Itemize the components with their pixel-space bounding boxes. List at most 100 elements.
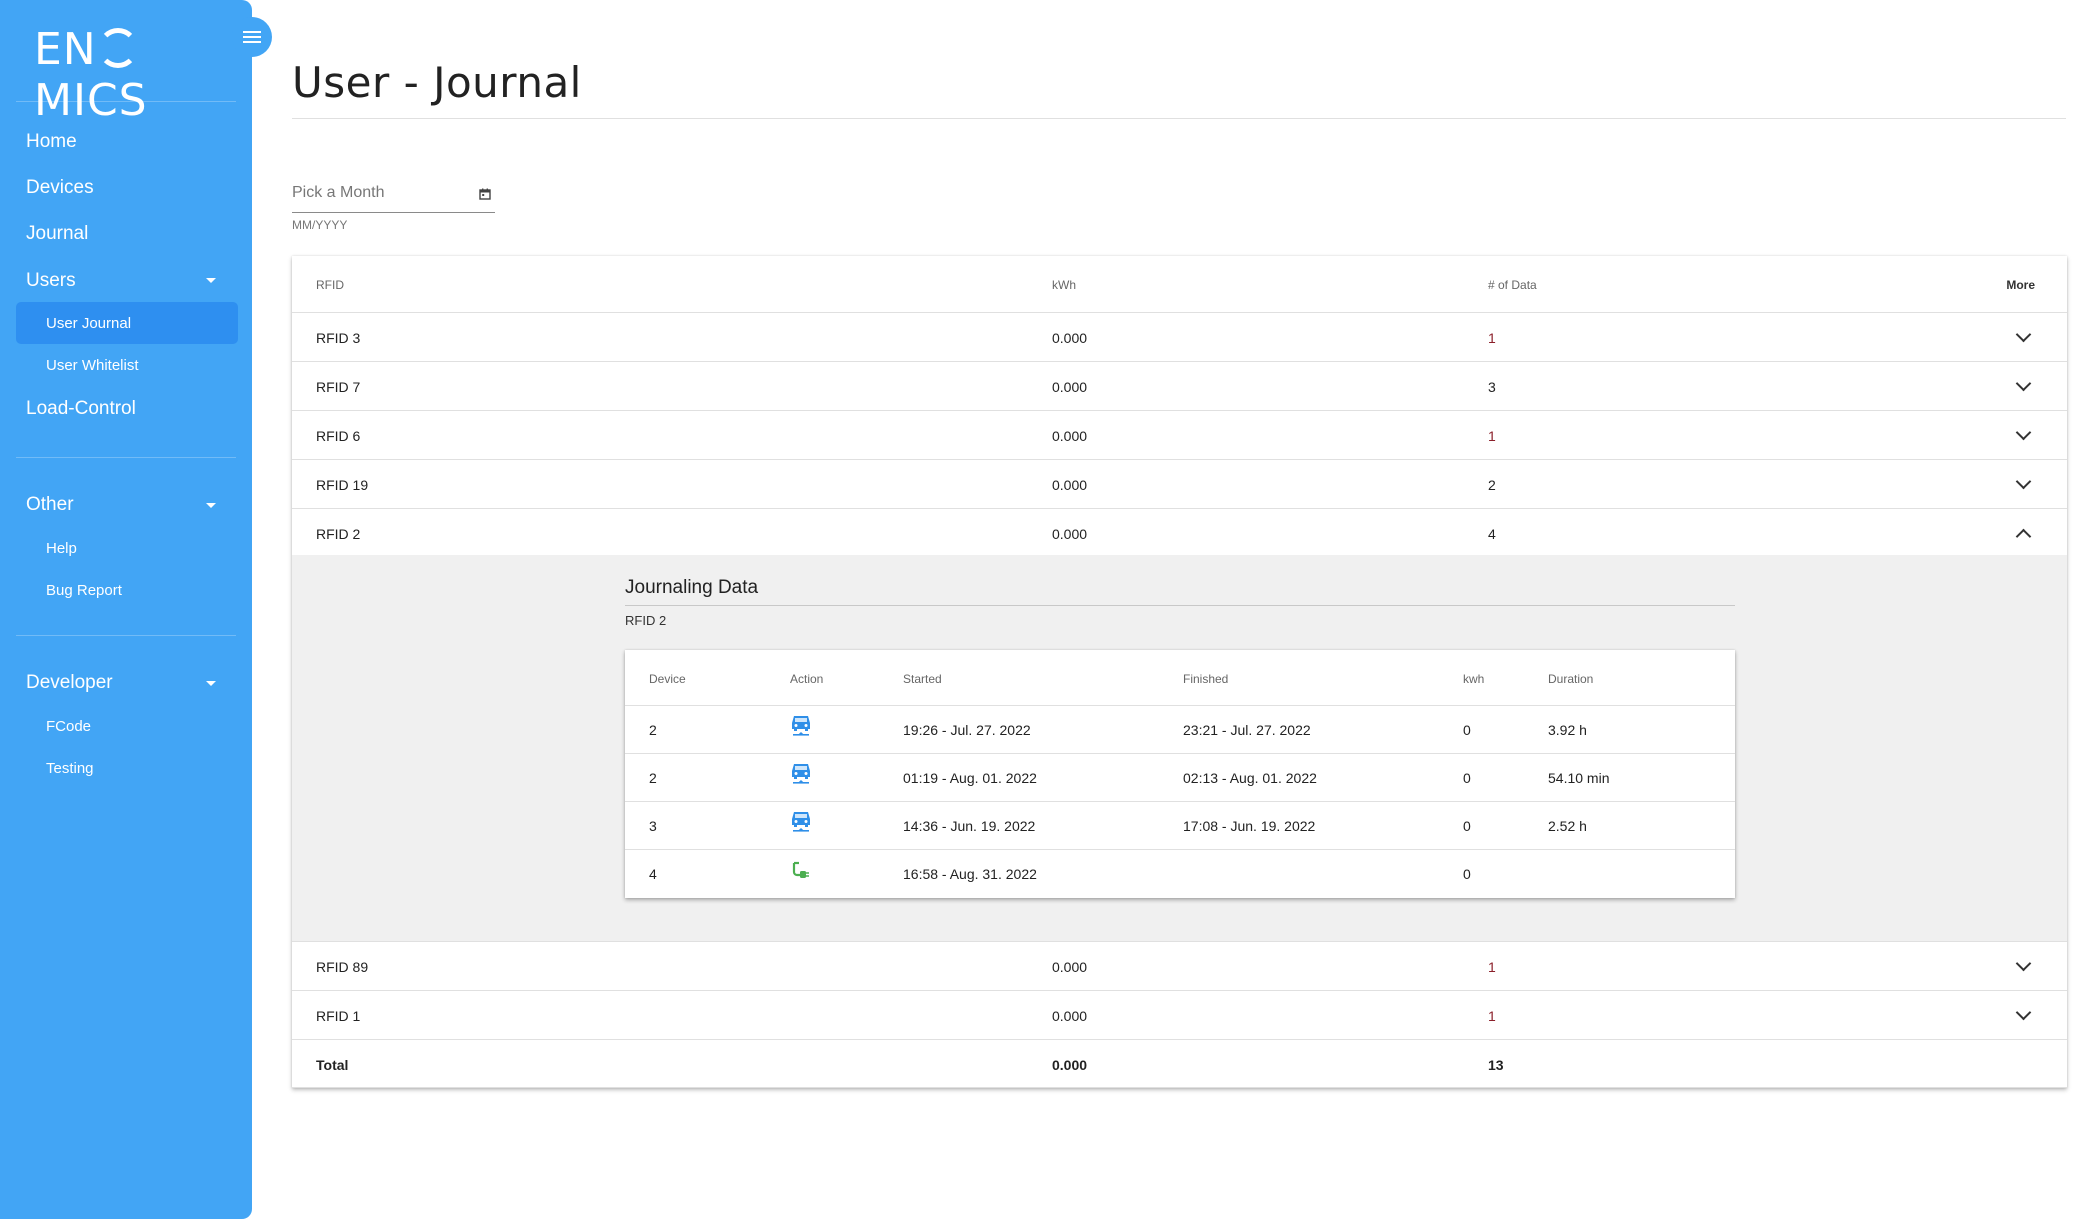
sidebar-item-help[interactable]: Help <box>46 540 77 557</box>
expand-chevron-down-icon[interactable] <box>2015 375 2032 392</box>
cell-finished: 02:13 - Aug. 01. 2022 <box>1183 770 1317 786</box>
cell-rfid: RFID 2 <box>316 526 361 542</box>
journaling-row: 4 16:58 - Aug. 31. 2022 0 <box>625 850 1735 897</box>
page-title: User - Journal <box>292 58 582 107</box>
cell-num-data: 4 <box>1488 526 1496 542</box>
table-header: RFID kWh # of Data More <box>292 256 2067 313</box>
cell-kwh: 0.000 <box>1052 477 1088 493</box>
users-caret-icon[interactable] <box>206 278 216 283</box>
header-kwh: kwh <box>1463 672 1485 686</box>
cell-rfid: RFID 89 <box>316 959 369 975</box>
cell-num-data: 2 <box>1488 477 1496 493</box>
cell-kwh: 0.000 <box>1052 428 1088 444</box>
sidebar-item-other[interactable]: Other <box>26 494 74 516</box>
plug-icon <box>790 860 812 885</box>
journaling-table: Device Action Started Finished kwh Durat… <box>625 650 1735 898</box>
cell-rfid: RFID 6 <box>316 428 361 444</box>
cell-started: 14:36 - Jun. 19. 2022 <box>903 818 1036 834</box>
expand-chevron-down-icon[interactable] <box>2015 326 2032 343</box>
cell-kwh: 0 <box>1463 866 1471 882</box>
sidebar-item-users[interactable]: Users <box>26 270 76 292</box>
month-input[interactable] <box>292 184 462 202</box>
cell-duration: 2.52 h <box>1548 818 1587 834</box>
sidebar-item-user-journal[interactable]: User Journal <box>46 315 131 332</box>
sidebar-divider <box>16 457 236 458</box>
cell-num-data: 1 <box>1488 959 1496 975</box>
car-icon <box>790 712 812 741</box>
expand-chevron-down-icon[interactable] <box>2015 424 2032 441</box>
other-caret-icon[interactable] <box>206 503 216 508</box>
sidebar-item-journal[interactable]: Journal <box>26 223 88 245</box>
developer-caret-icon[interactable] <box>206 681 216 686</box>
menu-toggle-button[interactable] <box>232 17 272 57</box>
sidebar-divider <box>16 635 236 636</box>
sidebar-item-load-control[interactable]: Load-Control <box>26 398 136 420</box>
table-row-expanded[interactable]: RFID 2 0.000 4 <box>292 509 2067 555</box>
header-started: Started <box>903 672 942 686</box>
cell-num-data: 1 <box>1488 330 1496 346</box>
table-row[interactable]: RFID 7 0.000 3 <box>292 362 2067 411</box>
brand-logo[interactable]: ENMICS <box>34 24 252 126</box>
cell-finished: 17:08 - Jun. 19. 2022 <box>1183 818 1316 834</box>
cell-kwh: 0 <box>1463 722 1471 738</box>
table-row[interactable]: RFID 89 0.000 1 <box>292 942 2067 991</box>
header-finished: Finished <box>1183 672 1229 686</box>
cell-kwh: 0 <box>1463 770 1471 786</box>
cell-device: 4 <box>649 866 657 882</box>
cell-device: 2 <box>649 770 657 786</box>
cell-started: 16:58 - Aug. 31. 2022 <box>903 866 1037 882</box>
expand-chevron-down-icon[interactable] <box>2015 955 2032 972</box>
sidebar-item-developer[interactable]: Developer <box>26 672 113 694</box>
cell-kwh: 0.000 <box>1052 526 1088 542</box>
cell-duration: 54.10 min <box>1548 770 1610 786</box>
table-row[interactable]: RFID 6 0.000 1 <box>292 411 2067 460</box>
car-icon <box>790 760 812 789</box>
cell-kwh: 0.000 <box>1052 959 1088 975</box>
journaling-row: 3 14:36 - Jun. 19. 2022 17:08 - Jun. 19.… <box>625 802 1735 850</box>
calendar-icon[interactable] <box>479 188 491 200</box>
header-duration: Duration <box>1548 672 1594 686</box>
cell-duration: 3.92 h <box>1548 722 1587 738</box>
cell-started: 01:19 - Aug. 01. 2022 <box>903 770 1037 786</box>
cell-device: 3 <box>649 818 657 834</box>
collapse-chevron-up-icon[interactable] <box>2015 528 2032 545</box>
expand-chevron-down-icon[interactable] <box>2015 1004 2032 1021</box>
journaling-row: 2 19:26 - Jul. 27. 2022 23:21 - Jul. 27.… <box>625 706 1735 754</box>
cell-finished: 23:21 - Jul. 27. 2022 <box>1183 722 1311 738</box>
sidebar-item-fcode[interactable]: FCode <box>46 718 91 735</box>
table-row[interactable]: RFID 3 0.000 1 <box>292 313 2067 362</box>
cell-rfid: RFID 1 <box>316 1008 361 1024</box>
journaling-divider <box>625 605 1735 606</box>
cell-rfid: RFID 19 <box>316 477 369 493</box>
header-action: Action <box>790 672 824 686</box>
table-row[interactable]: RFID 1 0.000 1 <box>292 991 2067 1040</box>
journaling-subtitle: RFID 2 <box>625 613 667 628</box>
sidebar-item-user-whitelist[interactable]: User Whitelist <box>46 357 139 374</box>
logo-text-en: EN <box>34 24 97 75</box>
cell-kwh: 0.000 <box>1052 330 1088 346</box>
logo-o-icon <box>97 28 138 68</box>
sidebar-divider <box>16 101 236 102</box>
sidebar-item-devices[interactable]: Devices <box>26 177 94 199</box>
cell-started: 19:26 - Jul. 27. 2022 <box>903 722 1031 738</box>
sidebar-item-testing[interactable]: Testing <box>46 760 94 777</box>
month-picker[interactable] <box>292 180 495 213</box>
journaling-row: 2 01:19 - Aug. 01. 2022 02:13 - Aug. 01.… <box>625 754 1735 802</box>
journal-table: RFID kWh # of Data More RFID 3 0.000 1 R… <box>292 256 2067 1088</box>
cell-kwh: 0.000 <box>1052 379 1088 395</box>
cell-rfid: RFID 7 <box>316 379 361 395</box>
car-icon <box>790 808 812 837</box>
cell-num-data: 3 <box>1488 379 1496 395</box>
table-row[interactable]: RFID 19 0.000 2 <box>292 460 2067 509</box>
expand-chevron-down-icon[interactable] <box>2015 473 2032 490</box>
journaling-header: Device Action Started Finished kwh Durat… <box>625 650 1735 706</box>
cell-device: 2 <box>649 722 657 738</box>
journaling-title: Journaling Data <box>625 577 759 598</box>
sidebar-item-home[interactable]: Home <box>26 131 77 153</box>
cell-num-data: 1 <box>1488 428 1496 444</box>
sidebar-item-bug-report[interactable]: Bug Report <box>46 582 122 599</box>
title-divider <box>292 118 2066 119</box>
cell-kwh: 0 <box>1463 818 1471 834</box>
sidebar: ENMICS Home Devices Journal Users User J… <box>0 0 272 1219</box>
hamburger-icon <box>243 28 261 46</box>
